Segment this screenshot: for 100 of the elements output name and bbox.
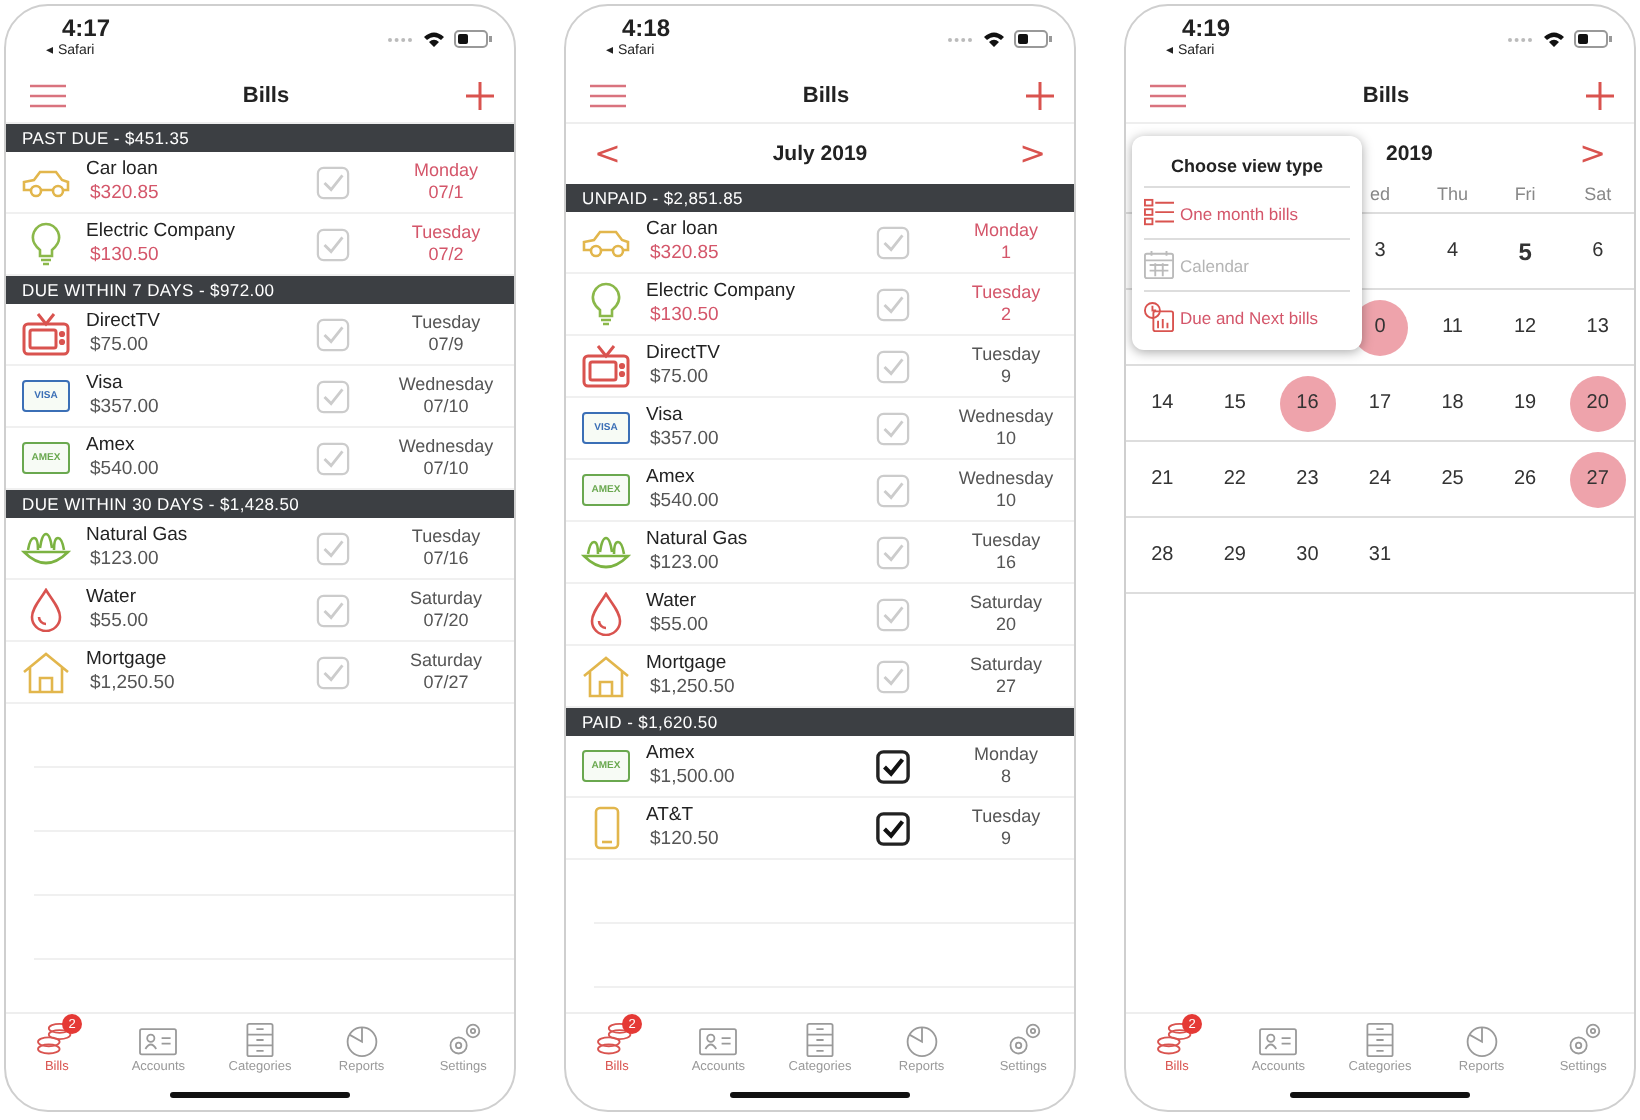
- section-header: PAST DUE - $451.35: [6, 124, 514, 152]
- due-date: 9: [1000, 366, 1011, 388]
- tv-icon: [580, 344, 632, 388]
- calendar-day[interactable]: 6: [1569, 223, 1626, 279]
- calendar-day[interactable]: 5: [1497, 223, 1554, 279]
- calendar-day[interactable]: 31: [1351, 527, 1408, 583]
- bill-row[interactable]: Water $55.00 Saturday 20: [566, 584, 1074, 646]
- bill-amount: $357.00: [88, 396, 161, 420]
- bill-row[interactable]: AT&T $120.50 Tuesday 9: [566, 798, 1074, 860]
- bill-row[interactable]: Natural Gas $123.00 Tuesday 07/16: [6, 518, 514, 580]
- calendar-day[interactable]: 15: [1206, 375, 1263, 431]
- due-weekday: Saturday: [969, 592, 1043, 614]
- bill-amount: $1,250.50: [88, 672, 177, 696]
- wifi-icon: [982, 30, 1006, 48]
- calendar-day[interactable]: 14: [1134, 375, 1191, 431]
- bill-row[interactable]: Mortgage $1,250.50 Saturday 07/27: [6, 642, 514, 704]
- plus-icon: [1585, 81, 1614, 109]
- bill-row[interactable]: Water $55.00 Saturday 07/20: [6, 580, 514, 642]
- id-card-icon: [136, 1022, 181, 1058]
- bill-name: DirectTV: [646, 342, 722, 366]
- wifi-icon: [422, 30, 446, 48]
- bill-name: Mortgage: [86, 648, 169, 672]
- menu-button[interactable]: [30, 83, 66, 107]
- house-icon: [580, 654, 632, 698]
- clock-calendar-icon: [1144, 302, 1174, 332]
- signal-icon: [946, 35, 974, 43]
- menu-icon: [1150, 83, 1186, 107]
- due-date: 20: [995, 614, 1016, 636]
- section-header: PAID - $1,620.50: [566, 708, 1074, 736]
- due-date: 10: [995, 490, 1016, 512]
- battery-icon: [454, 30, 494, 48]
- bill-name: Car loan: [646, 218, 720, 242]
- battery-icon: [1014, 30, 1054, 48]
- due-date: 2: [1000, 304, 1011, 326]
- calendar-day[interactable]: 29: [1206, 527, 1263, 583]
- calendar-day[interactable]: 27: [1569, 451, 1626, 507]
- id-card-icon: [696, 1022, 741, 1058]
- previous-month-button[interactable]: <: [594, 136, 621, 172]
- calendar-day[interactable]: 18: [1424, 375, 1481, 431]
- due-date: 07/16: [423, 548, 469, 570]
- weekday-label: Sat: [1582, 184, 1614, 208]
- due-weekday: Tuesday: [411, 526, 481, 548]
- add-button[interactable]: [465, 81, 494, 109]
- due-weekday: Monday: [973, 744, 1039, 766]
- weekday-label: Thu: [1435, 184, 1471, 208]
- due-date: 07/20: [423, 610, 469, 632]
- calendar-day[interactable]: 26: [1497, 451, 1554, 507]
- paid-checkbox[interactable]: [876, 749, 910, 783]
- add-button[interactable]: [1025, 81, 1054, 109]
- bill-amount: $540.00: [648, 490, 721, 514]
- calendar-day[interactable]: 12: [1497, 299, 1554, 355]
- calendar-icon: [1144, 250, 1174, 280]
- bill-row[interactable]: DirectTV $75.00 Tuesday 9: [566, 336, 1074, 398]
- calendar-day[interactable]: 17: [1351, 375, 1408, 431]
- next-month-button[interactable]: >: [1579, 136, 1606, 172]
- calendar-day[interactable]: 4: [1424, 223, 1481, 279]
- due-weekday: Saturday: [409, 588, 483, 610]
- signal-icon: [1506, 35, 1534, 43]
- menu-icon: [30, 83, 66, 107]
- due-date: 07/9: [428, 334, 464, 356]
- bill-row[interactable]: DirectTV $75.00 Tuesday 07/9: [6, 304, 514, 366]
- calendar-day[interactable]: 16: [1279, 375, 1336, 431]
- list-icon: [1144, 198, 1174, 228]
- calendar-day[interactable]: 25: [1424, 451, 1481, 507]
- bill-name: Amex: [646, 466, 697, 490]
- add-button[interactable]: [1585, 81, 1614, 109]
- weekday-label: ed: [1367, 184, 1392, 208]
- bill-row[interactable]: Electric Company $130.50 Tuesday 2: [566, 274, 1074, 336]
- bill-row[interactable]: Natural Gas $123.00 Tuesday 16: [566, 522, 1074, 584]
- calendar-day[interactable]: 30: [1279, 527, 1336, 583]
- view-type-option[interactable]: Due and Next bills: [1144, 292, 1350, 342]
- bill-amount: $55.00: [88, 610, 151, 634]
- due-weekday: Wednesday: [398, 374, 494, 396]
- bill-name: Mortgage: [646, 652, 729, 676]
- next-month-button[interactable]: >: [1019, 136, 1046, 172]
- calendar-day[interactable]: 19: [1497, 375, 1554, 431]
- calendar-day[interactable]: 23: [1279, 451, 1336, 507]
- bill-amount: $1,500.00: [648, 766, 737, 790]
- bill-amount: $320.85: [88, 182, 161, 206]
- due-date: 07/10: [423, 396, 469, 418]
- calendar-day[interactable]: 21: [1134, 451, 1191, 507]
- view-type-option[interactable]: One month bills: [1144, 188, 1350, 240]
- due-date: 07/27: [423, 672, 469, 694]
- menu-button[interactable]: [590, 83, 626, 107]
- calendar-day[interactable]: 22: [1206, 451, 1263, 507]
- screen-title: Bills: [242, 83, 290, 107]
- bill-name: Amex: [646, 742, 697, 766]
- calendar-day[interactable]: 20: [1569, 375, 1626, 431]
- bill-row[interactable]: Car loan $320.85 Monday 1: [566, 212, 1074, 274]
- calendar-day[interactable]: 11: [1424, 299, 1481, 355]
- calendar-day[interactable]: 28: [1134, 527, 1191, 583]
- bill-amount: $357.00: [648, 428, 721, 452]
- calendar-day[interactable]: 13: [1569, 299, 1626, 355]
- bill-row[interactable]: Car loan $320.85 Monday 07/1: [6, 152, 514, 214]
- calendar-day[interactable]: 24: [1351, 451, 1408, 507]
- status-time: 4:17: [60, 14, 111, 42]
- bill-amount: $120.50: [648, 828, 721, 852]
- due-date: 16: [995, 552, 1016, 574]
- paid-checkbox[interactable]: [876, 811, 910, 845]
- menu-button[interactable]: [1150, 83, 1186, 107]
